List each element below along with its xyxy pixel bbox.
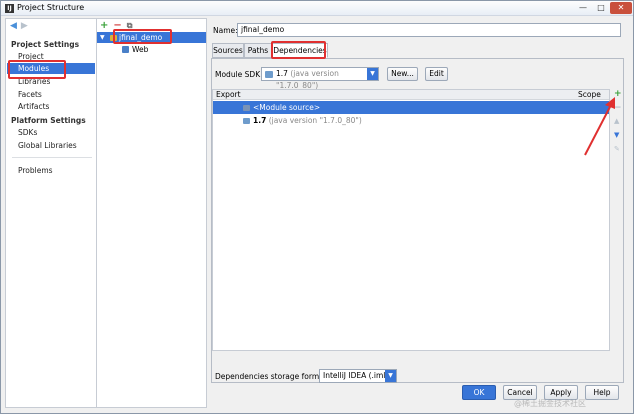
module-label: jfinal_demo (119, 33, 163, 42)
remove-module-icon[interactable]: − (113, 20, 121, 31)
title-bar: IJ Project Structure — □ ✕ (1, 1, 633, 16)
chevron-down-icon[interactable]: ▼ (385, 370, 396, 382)
platform-settings-heading: Platform Settings (11, 116, 86, 125)
expand-arrow-icon[interactable]: ▼ (100, 32, 105, 43)
settings-nav-panel: ◀ ▶ Project Settings Project Modules Libr… (5, 18, 97, 408)
back-arrow-icon[interactable]: ◀ (10, 21, 17, 31)
module-sdk-select[interactable]: 1.7 (java version "1.7.0_80") ▼ (261, 67, 379, 90)
watermark-text: @稀土掘金技术社区 (514, 399, 586, 408)
nav-item-global-libraries[interactable]: Global Libraries (7, 140, 95, 151)
web-facet-label: Web (132, 45, 149, 54)
web-facet-icon (122, 46, 129, 53)
nav-divider (12, 157, 92, 158)
dependency-detail: (java version "1.7.0_80") (268, 116, 362, 125)
dependencies-table: Export Scope <Module source> 1.7 (java v… (212, 89, 610, 351)
jdk-icon (265, 71, 273, 78)
nav-item-project[interactable]: Project (7, 51, 95, 62)
dependency-label: 1.7 (253, 116, 267, 125)
sdk-version: 1.7 (276, 69, 288, 78)
copy-module-icon[interactable]: ⧉ (127, 21, 133, 31)
storage-format-value: IntelliJ IDEA (.iml) (323, 371, 389, 380)
edit-sdk-button[interactable]: Edit (425, 67, 448, 81)
table-row-module-source[interactable]: <Module source> (213, 101, 609, 114)
add-dependency-icon[interactable]: + (614, 89, 622, 99)
project-settings-heading: Project Settings (11, 40, 80, 49)
tab-sources[interactable]: Sources (212, 43, 244, 58)
nav-item-sdks[interactable]: SDKs (7, 127, 95, 138)
project-structure-window: IJ Project Structure — □ ✕ ◀ ▶ Project Se… (0, 0, 634, 414)
dependency-label-group: 1.7 (java version "1.7.0_80") (253, 114, 362, 127)
column-export: Export (216, 90, 241, 99)
tree-toolbar: + − ⧉ (100, 20, 138, 31)
tab-dependencies[interactable]: Dependencies (272, 43, 328, 58)
jdk-icon (243, 118, 250, 124)
dependencies-tab-body: Module SDK: 1.7 (java version "1.7.0_80"… (211, 58, 624, 383)
table-row-jdk[interactable]: 1.7 (java version "1.7.0_80") (213, 114, 609, 127)
move-down-icon[interactable]: ▼ (614, 131, 619, 139)
remove-dependency-icon[interactable]: − (614, 103, 622, 113)
close-button[interactable]: ✕ (610, 2, 632, 14)
module-sdk-label: Module SDK: (215, 70, 263, 79)
table-header: Export Scope (213, 90, 609, 100)
minimize-button[interactable]: — (574, 2, 592, 14)
help-button[interactable]: Help (585, 385, 619, 400)
module-tree-panel: + − ⧉ ▼ jfinal_demo Web (97, 18, 207, 408)
chevron-down-icon[interactable]: ▼ (367, 68, 378, 80)
ok-button[interactable]: OK (462, 385, 496, 400)
name-label: Name: (213, 26, 238, 35)
folder-icon (243, 105, 250, 111)
nav-history: ◀ ▶ (10, 21, 32, 31)
edit-dependency-icon[interactable]: ✎ (614, 145, 620, 153)
maximize-button[interactable]: □ (592, 2, 610, 14)
storage-format-select[interactable]: IntelliJ IDEA (.iml) ▼ (319, 369, 397, 383)
tree-item-jfinal-demo[interactable]: ▼ jfinal_demo (97, 32, 206, 43)
nav-item-problems[interactable]: Problems (7, 165, 95, 176)
storage-format-label: Dependencies storage format: (215, 372, 330, 381)
window-title: Project Structure (17, 3, 85, 12)
dependency-label: <Module source> (253, 103, 321, 112)
move-up-icon[interactable]: ▲ (614, 117, 619, 125)
new-sdk-button[interactable]: New... (387, 67, 418, 81)
nav-item-facets[interactable]: Facets (7, 89, 95, 100)
forward-arrow-icon[interactable]: ▶ (21, 21, 28, 31)
module-editor: Name: jfinal_demo Sources Paths Dependen… (207, 18, 630, 385)
nav-item-libraries[interactable]: Libraries (7, 76, 95, 87)
tab-paths[interactable]: Paths (244, 43, 272, 58)
intellij-app-icon: IJ (5, 4, 14, 13)
add-module-icon[interactable]: + (100, 20, 108, 31)
module-name-field[interactable]: jfinal_demo (237, 23, 621, 37)
tree-item-web-facet[interactable]: Web (97, 44, 206, 55)
module-folder-icon (110, 35, 117, 41)
nav-item-modules[interactable]: Modules (7, 63, 95, 74)
column-scope: Scope (578, 90, 601, 99)
nav-item-artifacts[interactable]: Artifacts (7, 101, 95, 112)
